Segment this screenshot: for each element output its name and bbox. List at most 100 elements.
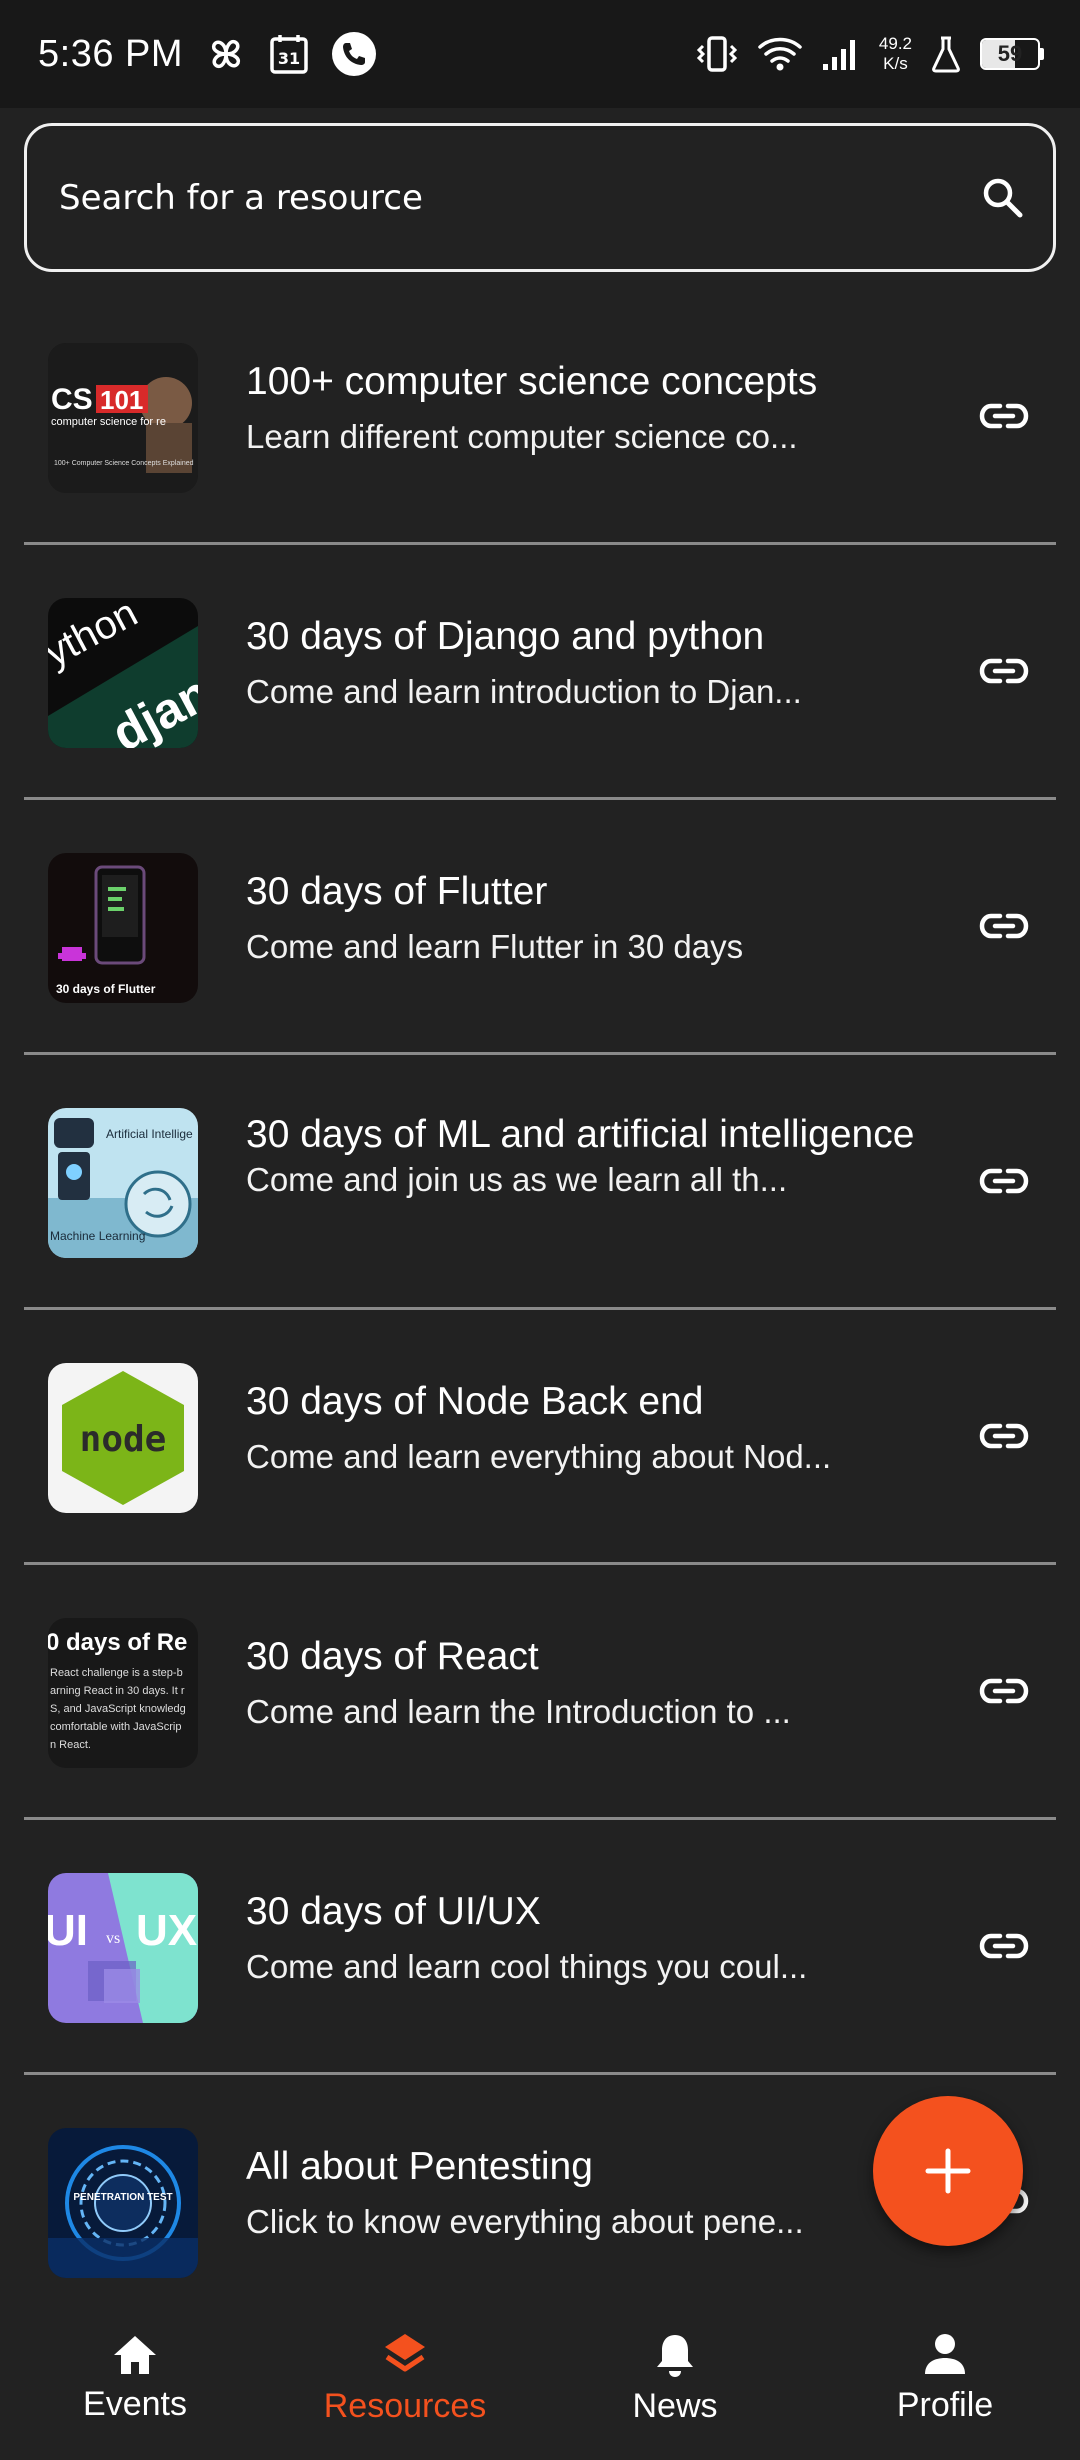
- resource-title: 30 days of Node Back end: [246, 1380, 704, 1423]
- svg-text:100+ Computer Science Concepts: 100+ Computer Science Concepts Explained: [54, 460, 194, 467]
- resource-text: 100+ computer science concepts Learn dif…: [246, 358, 926, 458]
- link-icon[interactable]: [978, 1669, 1030, 1713]
- calendar-icon: 31: [269, 33, 309, 75]
- svg-text:vs: vs: [106, 1930, 120, 1947]
- resource-title: 30 days of Django and python: [246, 615, 765, 658]
- resource-text: 30 days of ML and artificial intelligenc…: [246, 1111, 926, 1201]
- resources-screen: 5:36 PM 31 49.2 K/s 59 Search for a reso…: [0, 0, 1080, 2460]
- resource-item[interactable]: 0 days of Re React challenge is a step-b…: [24, 1565, 1056, 1817]
- resource-thumbnail-react: 0 days of Re React challenge is a step-b…: [48, 1618, 198, 1768]
- resource-subtitle: Come and learn cool things you coul...: [246, 1948, 808, 1985]
- layers-icon: [385, 2333, 425, 2371]
- svg-text:React challenge is a step-b: React challenge is a step-b: [50, 1667, 183, 1679]
- battery-level: 59: [997, 41, 1023, 66]
- resource-text: 30 days of Node Back end Come and learn …: [246, 1378, 926, 1478]
- wifi-icon: [757, 35, 803, 73]
- svg-text:0 days of Re: 0 days of Re: [48, 1629, 187, 1656]
- resource-text: 30 days of Django and python Come and le…: [246, 613, 926, 713]
- link-icon[interactable]: [978, 904, 1030, 948]
- svg-text:comfortable with JavaScrip: comfortable with JavaScrip: [50, 1721, 181, 1733]
- resource-subtitle: Click to know everything about pene...: [246, 2203, 804, 2240]
- resource-title: 30 days of Flutter: [246, 870, 548, 913]
- flask-icon: [930, 35, 962, 73]
- resource-thumbnail-cs101: CS 101 computer science for re 100+ Comp…: [48, 343, 198, 493]
- link-icon[interactable]: [978, 1159, 1030, 1203]
- resource-text: 30 days of Flutter Come and learn Flutte…: [246, 868, 926, 968]
- bottom-navigation: Events Resources News Profile: [0, 2292, 1080, 2460]
- nav-label: Resources: [323, 2386, 487, 2425]
- nav-events[interactable]: Events: [0, 2292, 270, 2460]
- resource-thumbnail-ml: Artificial Intellige Machine Learning: [48, 1108, 198, 1258]
- resource-title: 100+ computer science concepts: [246, 360, 818, 403]
- resource-text: 30 days of UI/UX Come and learn cool thi…: [246, 1888, 926, 1988]
- svg-text:n React.: n React.: [50, 1739, 91, 1751]
- svg-text:S, and JavaScript knowledg: S, and JavaScript knowledg: [50, 1703, 186, 1715]
- status-bar: 5:36 PM 31 49.2 K/s 59: [0, 0, 1080, 108]
- svg-text:computer science for re: computer science for re: [51, 416, 166, 428]
- resource-subtitle: Come and learn Flutter in 30 days: [246, 928, 744, 965]
- home-icon: [114, 2335, 156, 2374]
- resource-subtitle: Come and join us as we learn all th...: [246, 1161, 788, 1198]
- phone-call-icon: [331, 31, 377, 77]
- resource-thumbnail-flutter: 30 days of Flutter: [48, 853, 198, 1003]
- resource-thumbnail-django: ython djan: [48, 598, 198, 748]
- svg-text:UI: UI: [48, 1906, 88, 1955]
- pinwheel-icon: [205, 33, 247, 75]
- resource-title: 30 days of ML and artificial intelligenc…: [246, 1113, 915, 1156]
- nav-resources[interactable]: Resources: [270, 2292, 540, 2460]
- link-icon[interactable]: [978, 649, 1030, 693]
- link-icon[interactable]: [978, 1414, 1030, 1458]
- person-icon: [925, 2333, 965, 2374]
- search-input[interactable]: [59, 177, 919, 218]
- svg-text:30 days of Flutter: 30 days of Flutter: [56, 982, 156, 996]
- resource-thumbnail-node: node: [48, 1363, 198, 1513]
- resource-item[interactable]: ython djan 30 days of Django and python …: [24, 545, 1056, 797]
- network-speed: 49.2 K/s: [879, 34, 912, 74]
- status-time: 5:36 PM: [38, 32, 184, 75]
- svg-text:Machine Learning: Machine Learning: [50, 1229, 145, 1243]
- battery-indicator: 59: [980, 38, 1040, 70]
- svg-text:Artificial Intellige: Artificial Intellige: [106, 1127, 193, 1141]
- add-resource-button[interactable]: [873, 2096, 1023, 2246]
- nav-news[interactable]: News: [540, 2292, 810, 2460]
- resource-subtitle: Come and learn the Introduction to ...: [246, 1693, 791, 1730]
- svg-text:101: 101: [100, 385, 143, 415]
- resource-title: All about Pentesting: [246, 2145, 593, 2188]
- search-box[interactable]: [24, 123, 1056, 272]
- resource-text: 30 days of React Come and learn the Intr…: [246, 1633, 926, 1733]
- resource-thumbnail-pentest: PENETRATION TEST: [48, 2128, 198, 2278]
- svg-text:UX: UX: [136, 1906, 197, 1955]
- nav-profile[interactable]: Profile: [810, 2292, 1080, 2460]
- link-icon[interactable]: [978, 394, 1030, 438]
- link-icon[interactable]: [978, 1924, 1030, 1968]
- vibrate-icon: [695, 34, 739, 74]
- resource-text: All about Pentesting Click to know every…: [246, 2143, 926, 2243]
- network-speed-unit: K/s: [883, 54, 908, 73]
- resource-item[interactable]: CS 101 computer science for re 100+ Comp…: [24, 290, 1056, 542]
- resource-subtitle: Come and learn everything about Nod...: [246, 1438, 832, 1475]
- svg-text:arning React in 30 days. It r: arning React in 30 days. It r: [50, 1685, 185, 1697]
- bell-icon: [657, 2334, 693, 2377]
- resource-item[interactable]: 30 days of Flutter 30 days of Flutter Co…: [24, 800, 1056, 1052]
- calendar-day: 31: [278, 49, 300, 68]
- resource-item[interactable]: UI vs UX 30 days of UI/UX Come and learn…: [24, 1820, 1056, 2072]
- resource-item[interactable]: node 30 days of Node Back end Come and l…: [24, 1310, 1056, 1562]
- resource-title: 30 days of React: [246, 1635, 539, 1678]
- svg-text:PENETRATION TEST: PENETRATION TEST: [73, 2192, 172, 2203]
- svg-text:CS: CS: [51, 383, 93, 416]
- svg-text:node: node: [80, 1419, 167, 1460]
- nav-label: News: [632, 2386, 718, 2425]
- resource-subtitle: Come and learn introduction to Djan...: [246, 673, 802, 710]
- battery-tip: [1040, 48, 1044, 60]
- resource-item[interactable]: Artificial Intellige Machine Learning 30…: [24, 1055, 1056, 1307]
- resource-subtitle: Learn different computer science co...: [246, 418, 798, 455]
- resource-title: 30 days of UI/UX: [246, 1890, 541, 1933]
- resource-thumbnail-uiux: UI vs UX: [48, 1873, 198, 2023]
- signal-icon: [821, 36, 861, 72]
- resource-list: CS 101 computer science for re 100+ Comp…: [24, 290, 1056, 2327]
- nav-label: Events: [83, 2384, 187, 2423]
- network-speed-value: 49.2: [878, 34, 912, 53]
- search-icon[interactable]: [981, 176, 1025, 220]
- nav-label: Profile: [896, 2385, 994, 2424]
- plus-icon: [925, 2148, 971, 2194]
